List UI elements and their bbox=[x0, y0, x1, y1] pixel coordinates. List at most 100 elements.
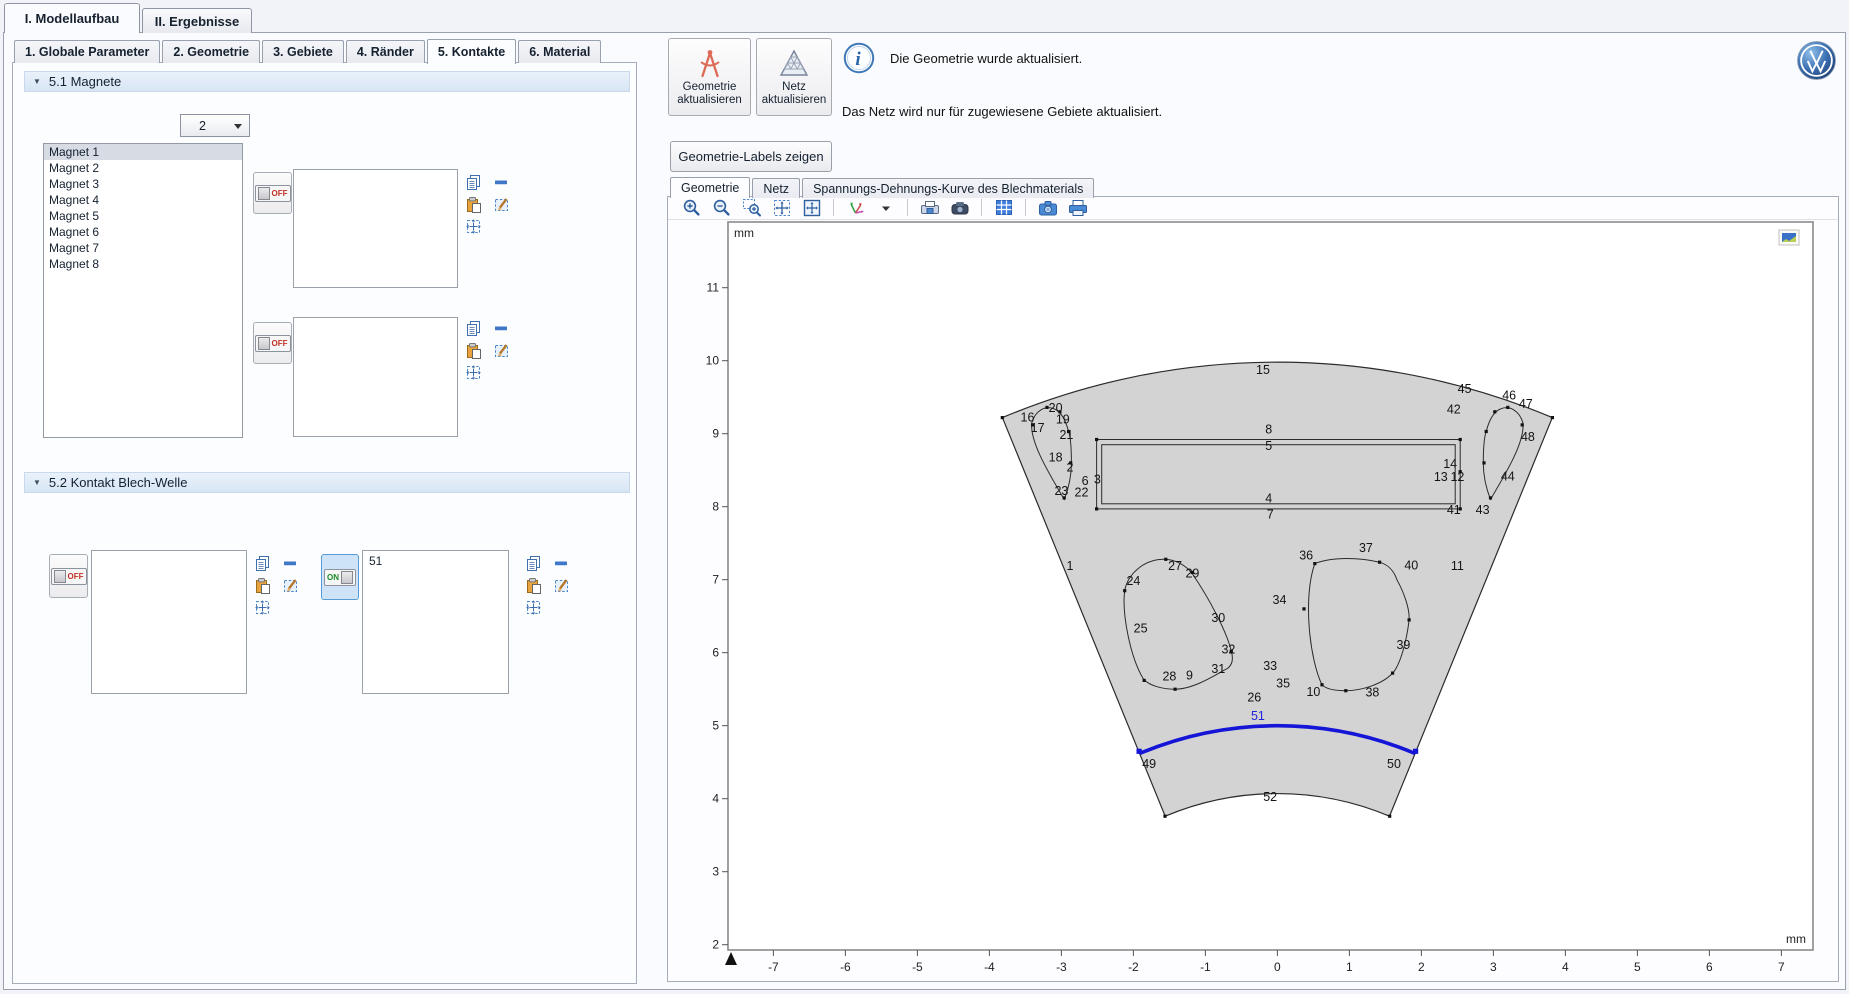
zoom-to-selection-icon[interactable] bbox=[464, 217, 483, 236]
x-tick-label: 7 bbox=[1778, 960, 1785, 974]
zoom-to-selection-icon[interactable] bbox=[253, 598, 272, 617]
print-icon[interactable] bbox=[1067, 197, 1088, 218]
subtab-2[interactable]: 2. Geometrie bbox=[162, 40, 260, 63]
graphics-toolbar bbox=[681, 197, 1088, 218]
edge-label: 1 bbox=[1067, 559, 1074, 573]
edge-label: 29 bbox=[1185, 567, 1199, 581]
remove-icon[interactable] bbox=[281, 554, 300, 573]
unit-label-bottom: mm bbox=[1786, 932, 1806, 946]
magnet-list-item[interactable]: Magnet 6 bbox=[44, 224, 242, 240]
subtab-6[interactable]: 6. Material bbox=[518, 40, 601, 63]
paste-icon[interactable] bbox=[524, 576, 543, 595]
grid-icon[interactable] bbox=[993, 197, 1014, 218]
magnet-list-item[interactable]: Magnet 1 bbox=[44, 144, 242, 160]
clear-selection-icon[interactable] bbox=[552, 576, 571, 595]
vw-logo-icon bbox=[1796, 40, 1837, 81]
zoom-box-icon[interactable] bbox=[741, 197, 762, 218]
edge-label: 30 bbox=[1211, 611, 1225, 625]
edge-label: 35 bbox=[1276, 677, 1290, 691]
zoom-extents-icon[interactable] bbox=[771, 197, 792, 218]
tab-ergebnisse[interactable]: II. Ergebnisse bbox=[142, 8, 252, 33]
kontakt-rotorblech-selection-box[interactable] bbox=[91, 550, 247, 694]
edge-label: 11 bbox=[1451, 559, 1464, 573]
y-tick-label: 10 bbox=[706, 354, 720, 368]
magnet-list-item[interactable]: Magnet 5 bbox=[44, 208, 242, 224]
show-geometry-labels-button[interactable]: Geometrie-Labels zeigen bbox=[670, 141, 832, 172]
zoom-out-icon[interactable] bbox=[711, 197, 732, 218]
copy-icon[interactable] bbox=[464, 319, 483, 338]
export-image-icon[interactable] bbox=[949, 197, 970, 218]
plot-svg[interactable]: -7-6-5-4-3-2-101234567234567891011mmmm15… bbox=[670, 220, 1830, 980]
seite-rotorblech-selection-box[interactable] bbox=[293, 317, 458, 437]
kontakt-rotorwelle-toggle[interactable]: ON bbox=[321, 554, 359, 600]
vertex-dot bbox=[1302, 607, 1305, 610]
selected-boundary-item[interactable]: 51 bbox=[363, 551, 508, 568]
remove-icon[interactable] bbox=[492, 319, 511, 338]
update-mesh-button[interactable]: Netz aktualisieren bbox=[756, 38, 832, 116]
magnet-count-dropdown[interactable]: 2 bbox=[180, 114, 250, 137]
kontakt-rotorblech-toggle[interactable]: OFF bbox=[49, 554, 88, 598]
edge-label: 42 bbox=[1447, 402, 1461, 416]
magnet-list-item[interactable]: Magnet 7 bbox=[44, 240, 242, 256]
zoom-in-icon[interactable] bbox=[681, 197, 702, 218]
seite-rotorblech-toggle[interactable]: OFF bbox=[253, 322, 292, 364]
x-tick-label: 6 bbox=[1706, 960, 1713, 974]
subtab-3[interactable]: 3. Gebiete bbox=[262, 40, 344, 63]
seite-magnet-toggle[interactable]: OFF bbox=[253, 172, 292, 214]
magnet-list[interactable]: Magnet 1Magnet 2Magnet 3Magnet 4Magnet 5… bbox=[43, 143, 243, 438]
section-header-kontakt[interactable]: ▼ 5.2 Kontakt Blech-Welle bbox=[24, 472, 630, 493]
paste-icon[interactable] bbox=[464, 195, 483, 214]
copy-icon[interactable] bbox=[464, 173, 483, 192]
axis-origin-marker bbox=[725, 952, 737, 965]
edge-label: 3 bbox=[1094, 472, 1101, 486]
clear-selection-icon[interactable] bbox=[492, 195, 511, 214]
clear-selection-icon[interactable] bbox=[492, 341, 511, 360]
edge-label: 46 bbox=[1502, 388, 1516, 402]
copy-icon[interactable] bbox=[524, 554, 543, 573]
snapshot-icon[interactable] bbox=[1037, 197, 1058, 218]
copy-icon[interactable] bbox=[253, 554, 272, 573]
edge-label: 26 bbox=[1247, 691, 1261, 705]
view-tab-geometrie[interactable]: Geometrie bbox=[670, 177, 750, 198]
edge-label: 17 bbox=[1031, 421, 1045, 435]
clear-selection-icon[interactable] bbox=[281, 576, 300, 595]
magnet-list-item[interactable]: Magnet 3 bbox=[44, 176, 242, 192]
magnet-list-item[interactable]: Magnet 8 bbox=[44, 256, 242, 272]
remove-icon[interactable] bbox=[492, 173, 511, 192]
section-header-magnete[interactable]: ▼ 5.1 Magnete bbox=[24, 71, 630, 92]
unit-label-top: mm bbox=[734, 226, 754, 240]
subtab-4[interactable]: 4. Ränder bbox=[346, 40, 425, 63]
zoom-to-selection-icon[interactable] bbox=[464, 363, 483, 382]
magnet-list-item[interactable]: Magnet 4 bbox=[44, 192, 242, 208]
edge-label: 36 bbox=[1299, 548, 1313, 562]
magnet-list-item[interactable]: Magnet 2 bbox=[44, 160, 242, 176]
caret-down-icon[interactable] bbox=[875, 197, 896, 218]
subtab-5[interactable]: 5. Kontakte bbox=[427, 39, 516, 64]
edge-label: 47 bbox=[1519, 397, 1533, 411]
vertex-dot bbox=[1489, 496, 1492, 499]
remove-icon[interactable] bbox=[552, 554, 571, 573]
subtab-1[interactable]: 1. Globale Parameter bbox=[14, 40, 160, 63]
x-tick-label: -1 bbox=[1200, 960, 1211, 974]
copy-image-icon[interactable] bbox=[919, 197, 940, 218]
view-orientation-icon[interactable] bbox=[845, 197, 866, 218]
button-label: Geometrie bbox=[683, 81, 737, 94]
view-tab-netz[interactable]: Netz bbox=[752, 178, 800, 198]
edge-label: 41 bbox=[1447, 503, 1461, 517]
vertex-dot bbox=[1143, 679, 1146, 682]
y-tick-label: 7 bbox=[712, 573, 719, 587]
tab-modellaufbau[interactable]: I. Modellaufbau bbox=[4, 3, 140, 33]
plot-window-icon[interactable] bbox=[1779, 230, 1799, 245]
kontakt-rotorwelle-selection-box[interactable]: 51 bbox=[362, 550, 509, 694]
view-tab-spannungs-dehnungs-kurve[interactable]: Spannungs-Dehnungs-Kurve des Blechmateri… bbox=[802, 178, 1094, 198]
y-tick-label: 8 bbox=[712, 500, 719, 514]
edge-label: 38 bbox=[1365, 686, 1379, 700]
update-geometry-button[interactable]: Geometrie aktualisieren bbox=[668, 38, 751, 116]
button-label: aktualisieren bbox=[677, 94, 742, 107]
zoom-fit-icon[interactable] bbox=[801, 197, 822, 218]
paste-icon[interactable] bbox=[253, 576, 272, 595]
zoom-to-selection-icon[interactable] bbox=[524, 598, 543, 617]
paste-icon[interactable] bbox=[464, 341, 483, 360]
section-title: 5.2 Kontakt Blech-Welle bbox=[49, 475, 188, 490]
seite-magnet-selection-box[interactable] bbox=[293, 169, 458, 288]
